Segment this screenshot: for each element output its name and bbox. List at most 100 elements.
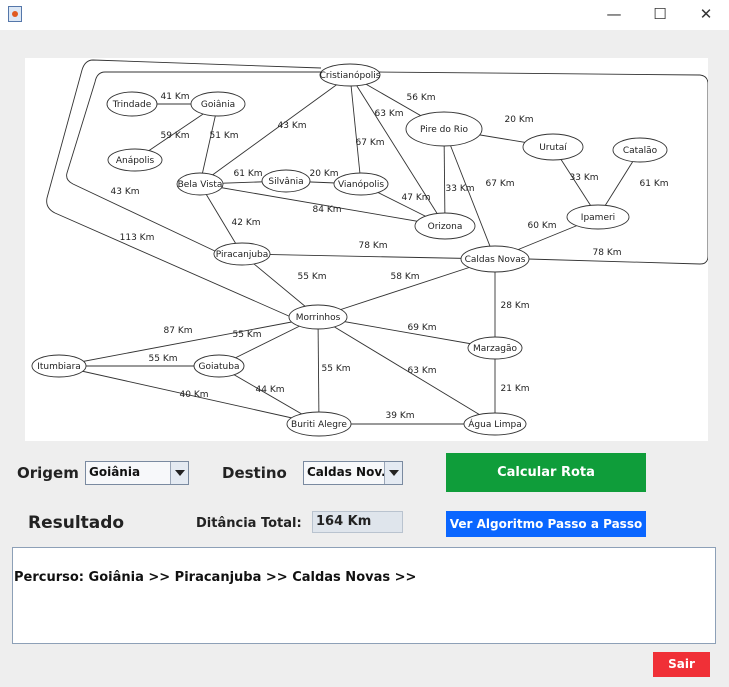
edge-label-piracanjuba-morrinhos: 55 Km [298,272,327,282]
edge-label-goiania-belavista: 51 Km [210,131,239,141]
origem-label: Origem [17,464,79,482]
node-label-piredorio: Pire do Rio [420,125,468,135]
distancia-total-field: 164 Km [312,511,403,533]
node-urutai: Urutaí [522,133,584,161]
chevron-down-icon[interactable] [384,462,402,484]
node-silvania: Silvânia [261,169,311,193]
edge-label-piracanjuba-caldasnovas: 78 Km [359,241,388,251]
node-label-silvania: Silvânia [268,177,303,187]
node-vianopolis: Vianópolis [333,172,389,196]
origem-select[interactable]: Goiânia [85,461,189,485]
edge-label-cristianopolis-orizona: 63 Km [375,109,404,119]
node-piredorio: Pire do Rio [405,111,483,147]
graph-panel: 41 Km 59 Km 51 Km 43 Km 67 Km 63 Km 56 Km 20 Km… [25,58,708,441]
node-cristianopolis: Cristianópolis [319,63,381,87]
edge-label-trindade-goiania: 41 Km [161,92,190,102]
edge-cristianopolis-belavista [199,74,351,185]
edge-morrinhos-buritialegre [317,316,320,425]
edge-label-cristianopolis-piredorio: 56 Km [407,93,436,103]
node-orizona: Orizona [414,212,476,240]
edge-label-cristianopolis-piracanjuba: 43 Km [111,187,140,197]
node-label-cristianopolis: Cristianópolis [320,70,381,81]
edge-piracanjuba-caldasnovas [241,253,496,260]
node-label-caldasnovas: Caldas Novas [465,255,526,265]
origem-selected-value: Goiânia [89,465,141,479]
node-label-agualimpa: Água Limpa [468,418,521,430]
edge-label-morrinhos-agualimpa: 63 Km [408,366,437,376]
edge-label-marzagao-agualimpa: 21 Km [501,384,530,394]
node-label-catalao: Catalão [623,146,658,156]
calcular-rota-button[interactable]: Calcular Rota [446,453,646,492]
sair-button[interactable]: Sair [653,652,710,677]
edge-label-buritialegre-agualimpa: 39 Km [386,411,415,421]
node-label-marzagao: Marzagão [473,344,517,354]
edge-label-caldasnovas-marzagao: 28 Km [501,301,530,311]
java-app-icon [8,6,22,22]
node-morrinhos: Morrinhos [288,304,348,330]
node-label-trindade: Trindade [112,100,152,110]
resultado-label: Resultado [28,513,125,533]
edge-label-piredorio-caldasnovas: 67 Km [486,179,515,189]
edge-label-belavista-piracanjuba: 42 Km [232,218,261,228]
destino-select[interactable]: Caldas Nov... [303,461,403,485]
node-label-goiatuba: Goiatuba [199,362,240,372]
distancia-total-label: Ditância Total: [196,516,302,531]
edge-label-itumbiara-buritialegre: 40 Km [180,390,209,400]
node-label-anapolis: Anápolis [116,156,155,166]
edge-label-piredorio-orizona: 33 Km [446,184,475,194]
route-graph: 41 Km59 Km 51 Km43 Km67 Km63 Km56 Km20 Km… [31,59,708,437]
edge-label-urutai-ipameri: 33 Km [570,173,599,183]
edge-label-morrinhos-buritialegre: 55 Km [322,364,351,374]
node-label-buritialegre: Buriti Alegre [291,420,347,430]
node-label-morrinhos: Morrinhos [296,313,341,323]
edge-piredorio-caldasnovas [443,128,496,260]
edge-label-cristianopolis-caldasnovas: 78 Km [593,248,622,258]
edge-label-catalao-ipameri: 61 Km [640,179,669,189]
node-agualimpa: Água Limpa [463,412,527,436]
edge-label-cristianopolis-morrinhos: 113 Km [120,233,155,243]
edge-label-ipameri-caldasnovas: 60 Km [528,221,557,231]
edge-label-morrinhos-marzagao: 69 Km [408,323,437,333]
edge-cristianopolis-vianopolis [349,74,362,185]
node-belavista: Bela Vista [176,172,224,196]
node-goiatuba: Goiatuba [193,354,245,378]
edge-label-silvania-vianopolis: 20 Km [310,169,339,179]
node-piracanjuba: Piracanjuba [213,242,271,266]
edge-label-piredorio-urutai: 20 Km [505,115,534,125]
node-buritialegre: Buriti Alegre [286,411,352,437]
percurso-textarea[interactable]: Percurso: Goiânia >> Piracanjuba >> Cald… [12,547,716,644]
node-ipameri: Ipameri [566,204,630,230]
node-label-orizona: Orizona [428,222,463,232]
chevron-down-icon[interactable] [170,462,188,484]
maximize-button[interactable]: ☐ [637,0,683,30]
close-button[interactable]: ✕ [683,0,729,30]
edge-label-caldasnovas-morrinhos: 58 Km [391,272,420,282]
edge-label-goiania-anapolis: 59 Km [161,131,190,141]
node-label-piracanjuba: Piracanjuba [216,250,269,260]
edge-label-morrinhos-goiatuba: 55 Km [233,330,262,340]
edge-label-cristianopolis-belavista: 43 Km [278,121,307,131]
edge-label-belavista-silvania: 61 Km [234,169,263,179]
edge-label-belavista-orizona: 84 Km [313,205,342,215]
node-label-urutai: Urutaí [539,143,567,153]
node-label-ipameri: Ipameri [581,213,615,223]
node-label-vianopolis: Vianópolis [338,179,384,190]
node-label-belavista: Bela Vista [178,180,223,190]
edge-label-itumbiara-goiatuba: 55 Km [149,354,178,364]
minimize-button[interactable]: — [591,0,637,30]
node-goiania: Goiânia [190,91,246,117]
node-caldasnovas: Caldas Novas [460,245,530,273]
node-label-goiania: Goiânia [201,100,235,110]
node-anapolis: Anápolis [107,148,163,172]
edge-label-cristianopolis-vianopolis: 67 Km [356,138,385,148]
edge-morrinhos-itumbiara [58,316,319,367]
edge-caldasnovas-morrinhos [317,258,496,318]
edge-label-vianopolis-orizona: 47 Km [402,193,431,203]
destino-selected-value: Caldas Nov... [307,465,385,479]
node-trindade: Trindade [106,91,158,117]
edge-label-morrinhos-itumbiara: 87 Km [164,326,193,336]
node-catalao: Catalão [612,137,668,163]
ver-algoritmo-button[interactable]: Ver Algoritmo Passo a Passo [446,511,646,537]
percurso-text: Percurso: Goiânia >> Piracanjuba >> Cald… [14,570,417,585]
node-itumbiara: Itumbiara [31,354,87,378]
